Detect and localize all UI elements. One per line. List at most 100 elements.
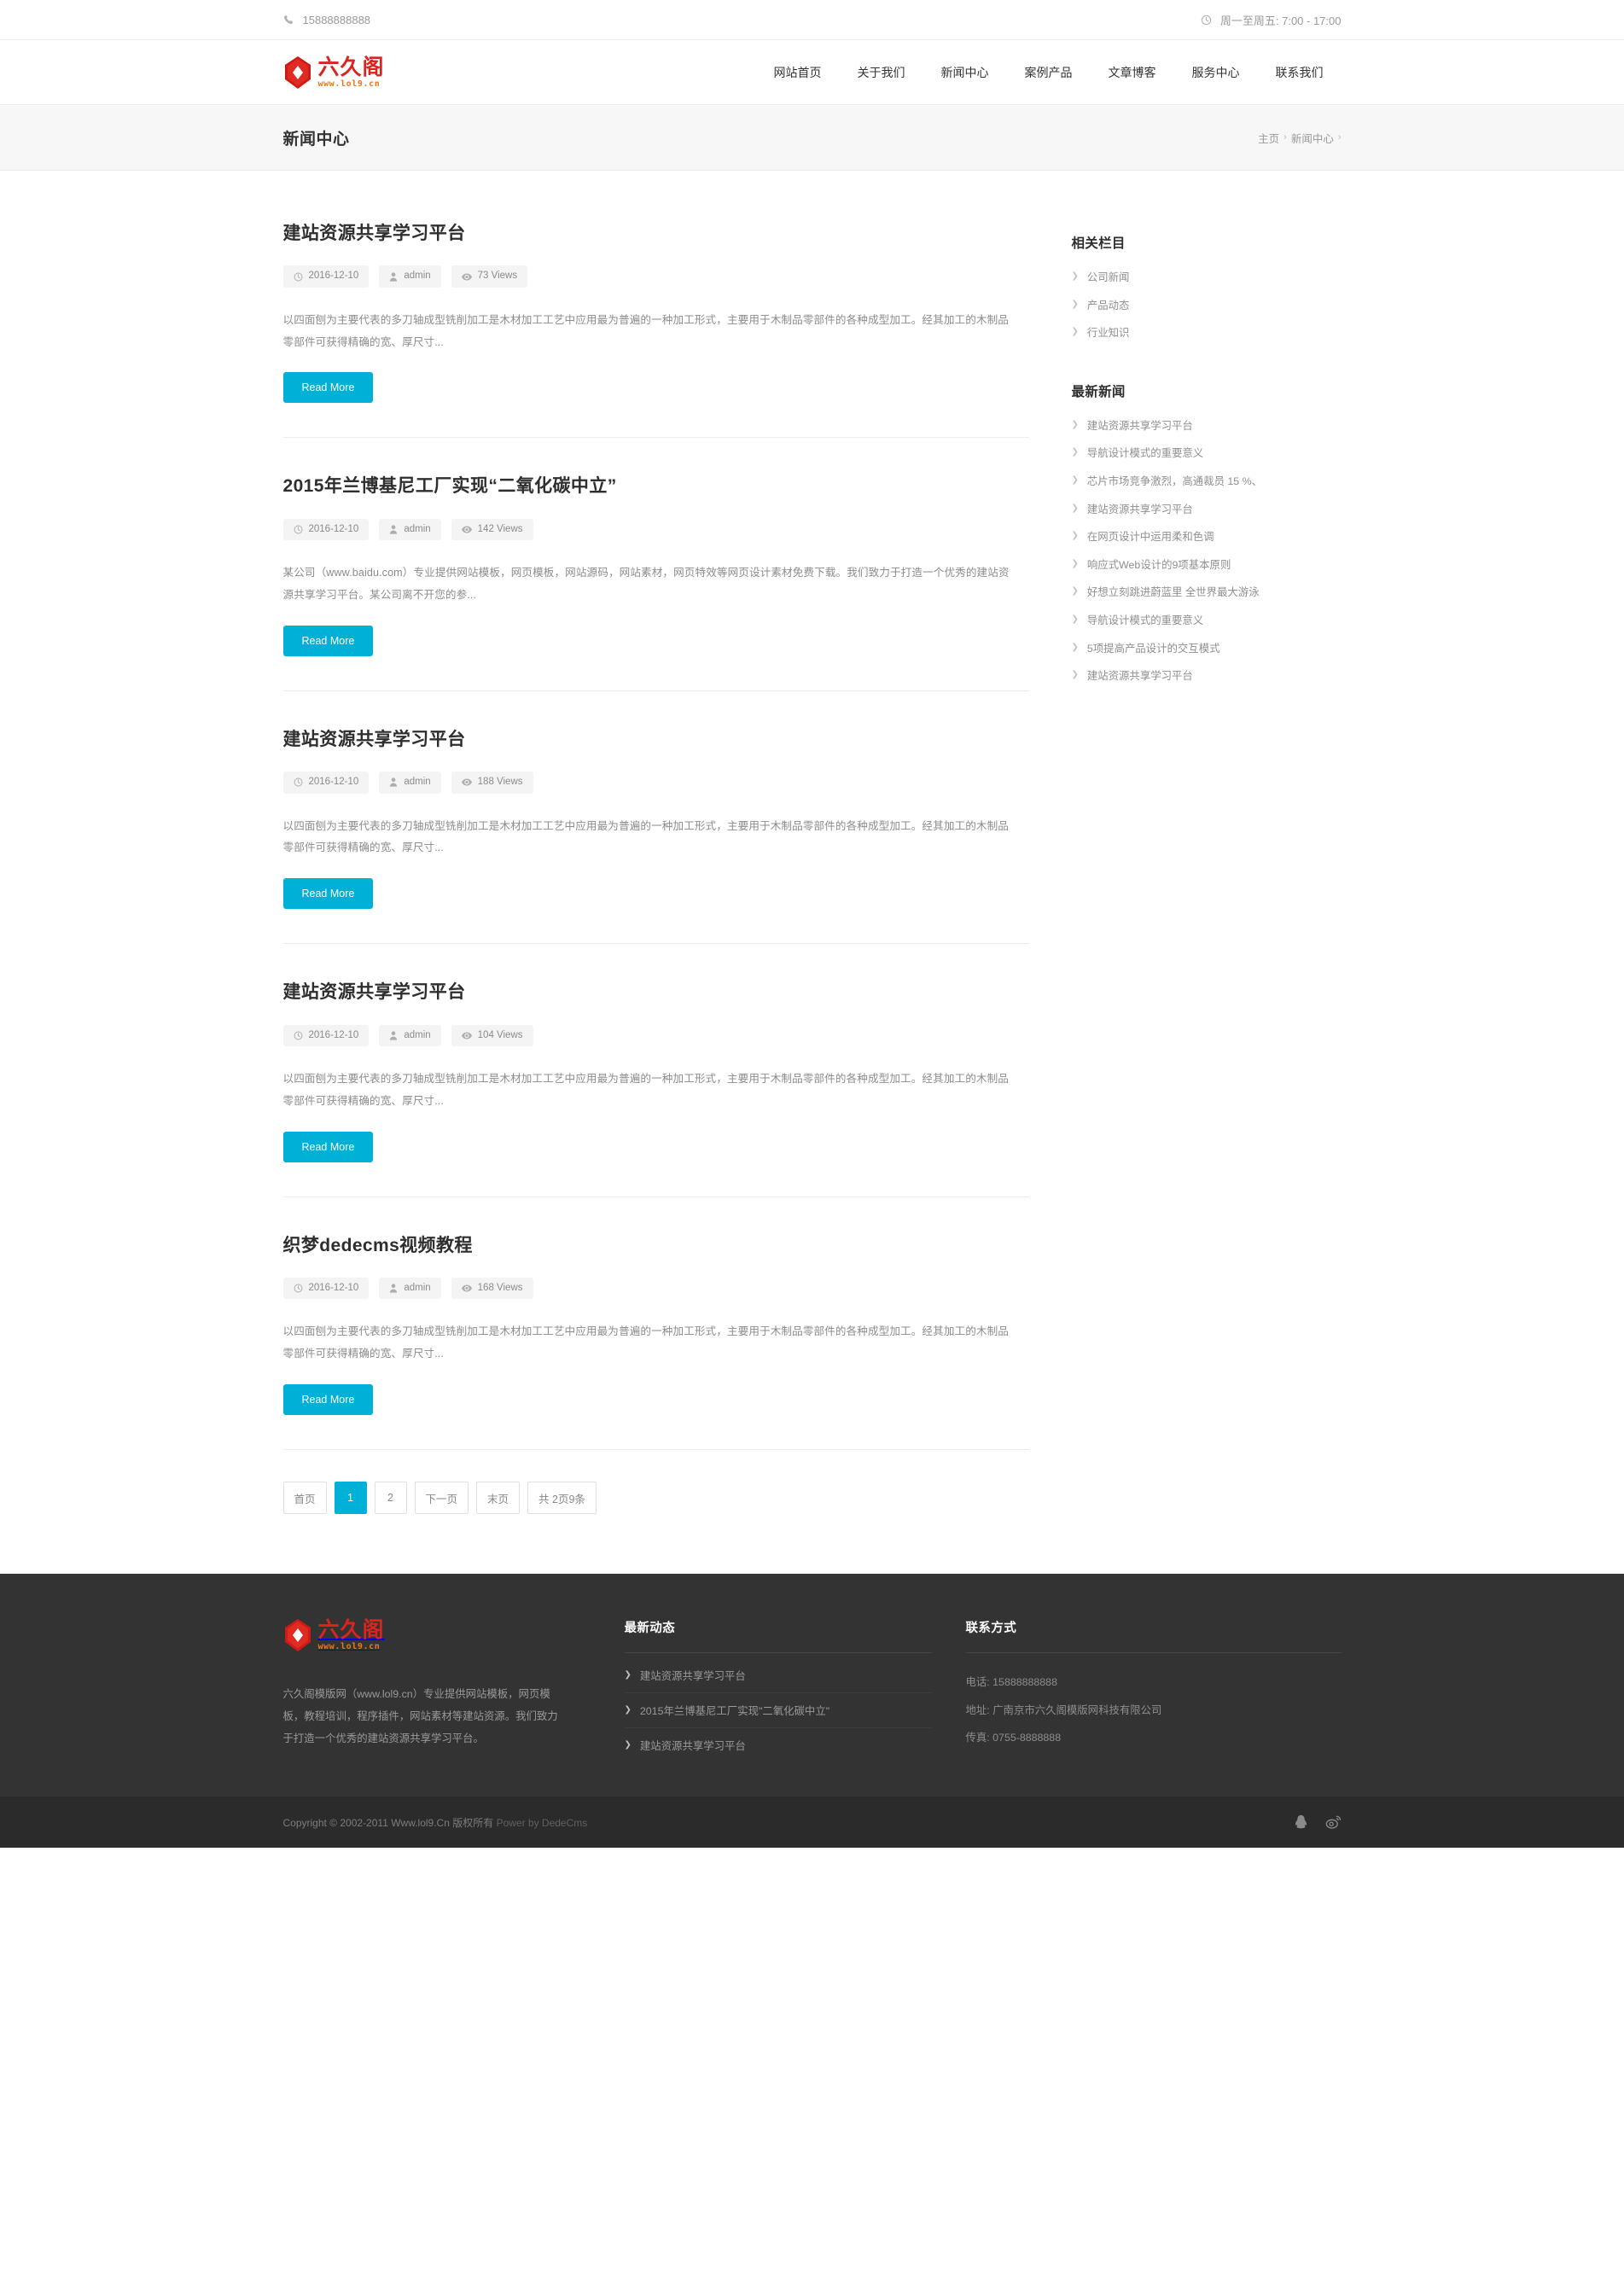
user-icon: [390, 271, 398, 282]
weibo-icon[interactable]: [1325, 1814, 1342, 1830]
footer-contact-list: 电话: 15888888888 地址: 广南京市六久阁模版网科技有限公司 传真:…: [966, 1653, 1342, 1751]
article-views: 168 Views: [451, 1277, 533, 1300]
copyright-powered-by: Power by DedeCms: [496, 1816, 588, 1829]
latest-news-link[interactable]: ❯ 响应式Web设计的9项基本原则: [1072, 557, 1342, 574]
chevron-right-icon: ❯: [1071, 299, 1079, 309]
category-label: 产品动态: [1086, 299, 1130, 312]
latest-news-link[interactable]: ❯ 芯片市场竞争激烈，高通裁员 15 %、: [1072, 474, 1342, 490]
breadcrumb-separator-icon: ›: [1283, 132, 1287, 143]
footer-news-link[interactable]: ❯ 建站资源共享学习平台: [625, 1658, 932, 1692]
list-item: ❯ 导航设计模式的重要意义: [1072, 607, 1342, 635]
article-views-text: 188 Views: [477, 777, 523, 788]
read-more-button[interactable]: Read More: [282, 1131, 374, 1162]
latest-news-link[interactable]: ❯ 好想立刻跳进蔚蓝里 全世界最大游泳: [1072, 585, 1342, 601]
read-more-button[interactable]: Read More: [282, 625, 374, 656]
nav-item-contact[interactable]: 联系我们: [1258, 40, 1342, 105]
list-item: ❯ 芯片市场竞争激烈，高通裁员 15 %、: [1072, 468, 1342, 496]
footer-contact-fax: 传真: 0755-8888888: [965, 1731, 1062, 1744]
footer-news-list: ❯ 建站资源共享学习平台 ❯ 2015年兰博基尼工厂实现"二氧化碳中立" ❯ 建站资源…: [624, 1653, 932, 1762]
article-views-text: 168 Views: [477, 1282, 523, 1293]
top-bar-phone: 15888888888: [283, 13, 371, 26]
pagination-first[interactable]: 首页: [282, 1482, 327, 1515]
footer-contact-column: 联系方式 电话: 15888888888 地址: 广南京市六久阁模版网科技有限公…: [965, 1618, 1342, 1751]
pagination-page-1[interactable]: 1: [334, 1482, 367, 1515]
pagination-page-2[interactable]: 2: [374, 1482, 407, 1515]
nav-item-about[interactable]: 关于我们: [840, 40, 923, 105]
list-item: ❯ 建站资源共享学习平台: [1072, 412, 1342, 440]
article-item: 织梦dedecms视频教程 2016-12-10 admin 168 Views…: [282, 1197, 1029, 1451]
site-header: 六久阁 www.lol9.cn 网站首页 关于我们 新闻中心 案例产品 文章博客…: [0, 40, 1624, 105]
article-title: 建站资源共享学习平台: [283, 728, 1029, 751]
pagination-next[interactable]: 下一页: [414, 1482, 469, 1515]
social-links[interactable]: [1294, 1814, 1342, 1830]
article-meta: 2016-12-10 admin 168 Views: [282, 1277, 1029, 1300]
latest-news-link[interactable]: ❯ 5项提高产品设计的交互模式: [1072, 641, 1342, 657]
latest-news-link[interactable]: ❯ 在网页设计中运用柔和色调: [1072, 529, 1342, 545]
list-item: ❯ 建站资源共享学习平台: [624, 1658, 932, 1694]
footer-logo-title: 六久阁: [317, 1617, 385, 1643]
pagination-last[interactable]: 末页: [476, 1482, 521, 1515]
article-views: 73 Views: [451, 265, 528, 288]
footer-news-link[interactable]: ❯ 2015年兰博基尼工厂实现"二氧化碳中立": [625, 1693, 932, 1727]
phone-number: 15888888888: [302, 13, 371, 26]
main-navigation[interactable]: 网站首页 关于我们 新闻中心 案例产品 文章博客 服务中心 联系我们: [756, 40, 1342, 105]
article-date: 2016-12-10: [282, 518, 370, 541]
nav-item-cases[interactable]: 案例产品: [1007, 40, 1091, 105]
article-title-link[interactable]: 建站资源共享学习平台: [283, 982, 466, 1002]
widget-latest-news: 最新新闻 ❯ 建站资源共享学习平台 ❯ 导航设计模式的重要意义 ❯ 芯片市场竞争激烈，…: [1072, 381, 1342, 690]
article-title-link[interactable]: 织梦dedecms视频教程: [283, 1236, 473, 1255]
nav-item-home[interactable]: 网站首页: [756, 40, 840, 105]
footer-news-label: 建站资源共享学习平台: [639, 1740, 746, 1753]
article-title-link[interactable]: 建站资源共享学习平台: [283, 730, 466, 749]
footer-news-label: 建站资源共享学习平台: [639, 1670, 746, 1683]
chevron-right-icon: ❯: [1071, 503, 1079, 513]
article-excerpt: 某公司（www.baidu.com）专业提供网站模板，网页模板，网站源码，网站素…: [282, 567, 1010, 602]
read-more-button[interactable]: Read More: [282, 878, 374, 910]
eye-icon: [461, 778, 472, 786]
site-footer: 六久阁 www.lol9.cn 六久阁模版网（www.lol9.cn）专业提供网…: [0, 1574, 1624, 1797]
chevron-right-icon: ❯: [1071, 586, 1079, 597]
article-title-link[interactable]: 2015年兰博基尼工厂实现“二氧化碳中立”: [283, 476, 617, 496]
clock-icon: [294, 1031, 302, 1040]
clock-icon: [294, 777, 302, 787]
article-views-text: 104 Views: [477, 1029, 523, 1040]
user-icon: [390, 1031, 398, 1040]
footer-news-link[interactable]: ❯ 建站资源共享学习平台: [625, 1728, 932, 1762]
chevron-right-icon: ❯: [1071, 558, 1079, 568]
nav-item-service[interactable]: 服务中心: [1174, 40, 1258, 105]
article-title: 建站资源共享学习平台: [283, 981, 1029, 1004]
latest-news-label: 5项提高产品设计的交互模式: [1086, 642, 1220, 655]
clock-icon: [294, 272, 302, 281]
latest-news-link[interactable]: ❯ 导航设计模式的重要意义: [1072, 613, 1342, 629]
article-title-link[interactable]: 建站资源共享学习平台: [283, 224, 466, 243]
latest-news-link[interactable]: ❯ 导航设计模式的重要意义: [1072, 445, 1342, 462]
category-link[interactable]: ❯ 公司新闻: [1072, 270, 1342, 286]
breadcrumb-home[interactable]: 主页: [1258, 130, 1279, 146]
latest-news-link[interactable]: ❯ 建站资源共享学习平台: [1072, 502, 1342, 518]
qq-icon[interactable]: [1294, 1814, 1308, 1830]
site-logo[interactable]: 六久阁 www.lol9.cn: [283, 53, 385, 92]
article-date: 2016-12-10: [282, 265, 370, 288]
footer-logo[interactable]: 六久阁 www.lol9.cn: [283, 1618, 565, 1652]
article-views: 142 Views: [451, 518, 533, 541]
breadcrumb-current[interactable]: 新闻中心: [1291, 130, 1334, 146]
article-author: admin: [379, 265, 441, 288]
article-author-text: admin: [404, 1282, 431, 1293]
latest-news-link[interactable]: ❯ 建站资源共享学习平台: [1072, 668, 1342, 684]
read-more-button[interactable]: Read More: [282, 372, 374, 404]
clock-icon: [294, 1284, 302, 1293]
nav-item-news[interactable]: 新闻中心: [923, 40, 1007, 105]
nav-item-blog[interactable]: 文章博客: [1091, 40, 1174, 105]
latest-news-link[interactable]: ❯ 建站资源共享学习平台: [1072, 418, 1342, 434]
latest-news-label: 建站资源共享学习平台: [1086, 670, 1193, 683]
category-link[interactable]: ❯ 产品动态: [1072, 298, 1342, 314]
copyright-bar: Copyright © 2002-2011 Www.lol9.Cn 版权所有 P…: [0, 1796, 1624, 1849]
category-link[interactable]: ❯ 行业知识: [1072, 325, 1342, 341]
pagination[interactable]: 首页 1 2 下一页 末页 共 2页9条: [282, 1450, 1029, 1515]
list-item: ❯ 2015年兰博基尼工厂实现"二氧化碳中立": [624, 1693, 932, 1729]
chevron-right-icon: ❯: [1071, 419, 1079, 429]
footer-about-column: 六久阁 www.lol9.cn 六久阁模版网（www.lol9.cn）专业提供网…: [283, 1618, 625, 1750]
read-more-button[interactable]: Read More: [282, 1384, 374, 1416]
latest-news-label: 建站资源共享学习平台: [1086, 419, 1193, 432]
latest-news-list: ❯ 建站资源共享学习平台 ❯ 导航设计模式的重要意义 ❯ 芯片市场竞争激烈，高通裁员 …: [1072, 412, 1342, 690]
